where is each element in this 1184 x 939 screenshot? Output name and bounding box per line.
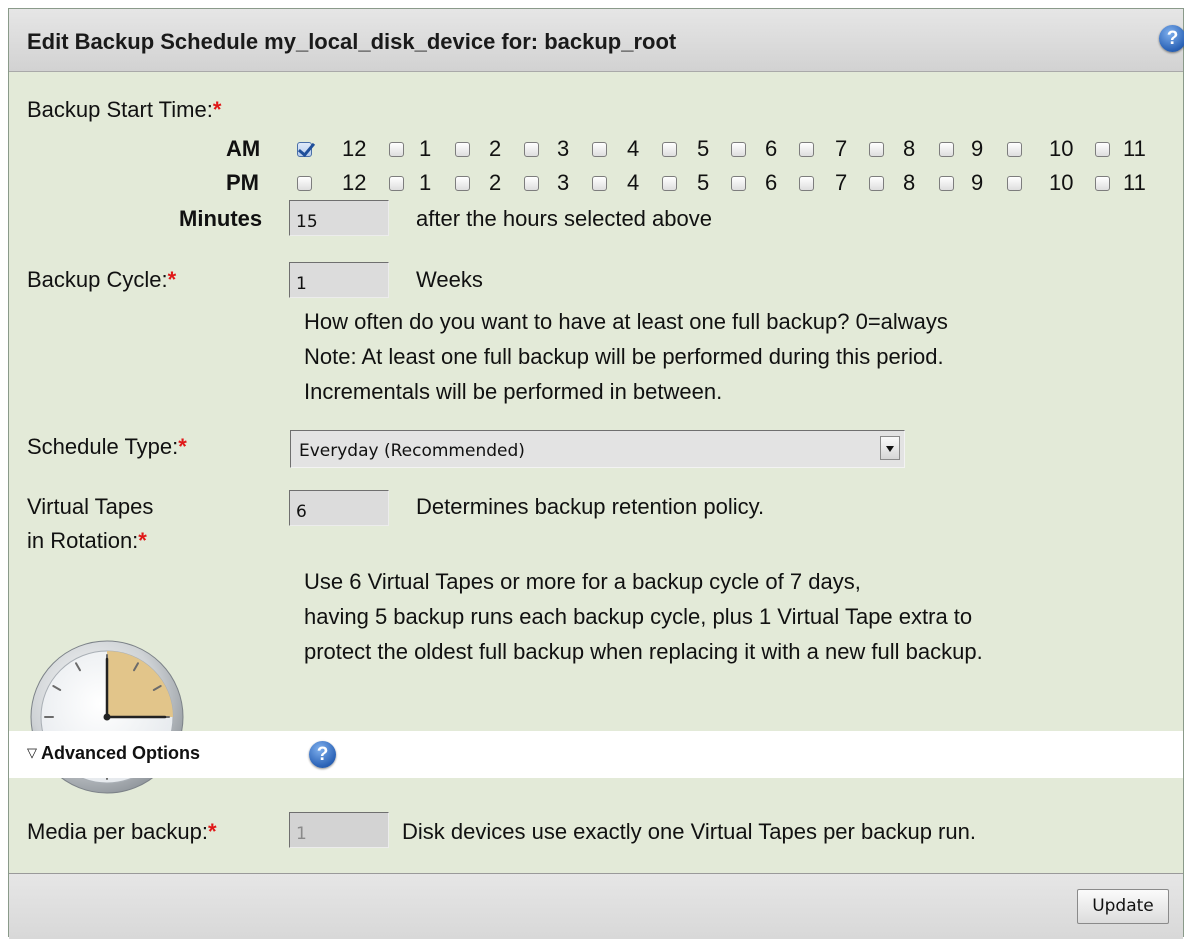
am-hour-label: 11 (1123, 136, 1146, 161)
pm-hour-label: 11 (1123, 170, 1146, 195)
am-hour-checkbox[interactable] (297, 142, 312, 157)
chevron-down-icon[interactable] (880, 436, 900, 460)
am-hour-checkbox[interactable] (731, 142, 746, 157)
tapes-help-line-3: protect the oldest full backup when repl… (304, 639, 983, 664)
am-hour-checkbox[interactable] (524, 142, 539, 157)
am-hour-checkbox[interactable] (939, 142, 954, 157)
pm-hour-label: 1 (419, 170, 432, 195)
media-per-backup-label: Media per backup:* (27, 819, 217, 845)
am-hour-checkbox[interactable] (799, 142, 814, 157)
backup-cycle-text: Backup Cycle: (27, 267, 168, 292)
virtual-tapes-label-line2: in Rotation:* (27, 528, 147, 554)
pm-hour-label: 3 (557, 170, 570, 195)
pm-hour-checkbox[interactable] (939, 176, 954, 191)
pm-hour-label: 5 (697, 170, 710, 195)
am-hour-checkbox[interactable] (869, 142, 884, 157)
backup-start-time-label: Backup Start Time:* (27, 97, 221, 123)
am-hour-label: 6 (765, 136, 778, 161)
advanced-options-toggle[interactable]: ▽ Advanced Options (27, 743, 200, 764)
help-icon[interactable]: ? (309, 741, 336, 768)
am-hour-label: 5 (697, 136, 710, 161)
backup-cycle-unit: Weeks (416, 267, 483, 292)
edit-backup-schedule-panel: Edit Backup Schedule my_local_disk_devic… (8, 8, 1184, 939)
minutes-suffix: after the hours selected above (416, 206, 712, 231)
am-hour-label: 12 (342, 136, 367, 161)
pm-hour-checkbox[interactable] (389, 176, 404, 191)
backup-cycle-label: Backup Cycle:* (27, 267, 176, 293)
required-marker: * (167, 267, 177, 292)
advanced-options-bar: ▽ Advanced Options ? (9, 731, 1183, 778)
panel-footer: Update (9, 873, 1183, 939)
am-hour-checkbox[interactable] (1095, 142, 1110, 157)
minutes-label: Minutes (179, 206, 263, 231)
page-title: Edit Backup Schedule my_local_disk_devic… (27, 29, 677, 54)
tapes-help-line-1: Use 6 Virtual Tapes or more for a backup… (304, 569, 861, 594)
schedule-type-select[interactable]: Everyday (Recommended) (290, 430, 905, 468)
required-marker: * (212, 97, 222, 122)
am-hour-label: 3 (557, 136, 570, 161)
pm-hour-checkbox[interactable] (455, 176, 470, 191)
required-marker: * (138, 528, 147, 553)
am-hour-label: 4 (627, 136, 640, 161)
pm-hour-checkbox[interactable] (524, 176, 539, 191)
advanced-options-label: Advanced Options (41, 743, 201, 763)
virtual-tapes-label-line1: Virtual Tapes (27, 494, 154, 519)
am-hour-label: 9 (971, 136, 984, 161)
media-per-backup-input: 1 (289, 812, 389, 848)
media-per-backup-suffix: Disk devices use exactly one Virtual Tap… (402, 819, 976, 844)
schedule-type-text: Schedule Type: (27, 434, 179, 459)
backup-start-time-text: Backup Start Time: (27, 97, 213, 122)
am-hour-checkbox[interactable] (455, 142, 470, 157)
am-hour-checkbox[interactable] (662, 142, 677, 157)
pm-hour-checkbox[interactable] (1007, 176, 1022, 191)
virtual-tapes-input[interactable]: 6 (289, 490, 389, 526)
pm-hour-checkbox[interactable] (662, 176, 677, 191)
am-hour-checkbox[interactable] (1007, 142, 1022, 157)
pm-label: PM (226, 170, 259, 195)
update-button[interactable]: Update (1077, 889, 1169, 924)
pm-hour-checkbox[interactable] (869, 176, 884, 191)
am-hour-label: 2 (489, 136, 502, 161)
am-hour-label: 8 (903, 136, 916, 161)
pm-hour-label: 8 (903, 170, 916, 195)
pm-hour-label: 6 (765, 170, 778, 195)
help-icon[interactable]: ? (1159, 25, 1184, 52)
schedule-type-label: Schedule Type:* (27, 434, 187, 460)
required-marker: * (208, 819, 217, 844)
tapes-help-line-2: having 5 backup runs each backup cycle, … (304, 604, 973, 629)
minutes-input[interactable]: 15 (289, 200, 389, 236)
pm-hour-label: 9 (971, 170, 984, 195)
pm-hour-checkbox[interactable] (799, 176, 814, 191)
panel-header: Edit Backup Schedule my_local_disk_devic… (9, 9, 1184, 72)
pm-hour-checkbox[interactable] (731, 176, 746, 191)
am-label: AM (226, 136, 261, 161)
pm-hour-checkbox[interactable] (1095, 176, 1110, 191)
am-hour-checkbox[interactable] (389, 142, 404, 157)
pm-hour-label: 12 (342, 170, 367, 195)
backup-cycle-input[interactable]: 1 (289, 262, 389, 298)
triangle-down-icon: ▽ (27, 745, 37, 760)
am-hour-checkbox[interactable] (592, 142, 607, 157)
am-hour-label: 1 (419, 136, 432, 161)
pm-hour-label: 7 (835, 170, 848, 195)
am-hour-label: 7 (835, 136, 848, 161)
cycle-help-line-2: Note: At least one full backup will be p… (304, 344, 944, 369)
pm-hour-label: 2 (489, 170, 502, 195)
pm-hour-checkbox[interactable] (592, 176, 607, 191)
cycle-help-line-1: How often do you want to have at least o… (304, 309, 948, 334)
pm-hour-checkbox[interactable] (297, 176, 312, 191)
media-per-backup-text: Media per backup: (27, 819, 208, 844)
virtual-tapes-text: in Rotation: (27, 528, 139, 553)
pm-hour-label: 4 (627, 170, 640, 195)
virtual-tapes-suffix: Determines backup retention policy. (416, 494, 765, 519)
pm-hour-label: 10 (1049, 170, 1074, 195)
cycle-help-line-3: Incrementals will be performed in betwee… (304, 379, 723, 404)
schedule-type-value: Everyday (Recommended) (299, 441, 525, 461)
required-marker: * (178, 434, 187, 459)
am-hour-label: 10 (1049, 136, 1074, 161)
